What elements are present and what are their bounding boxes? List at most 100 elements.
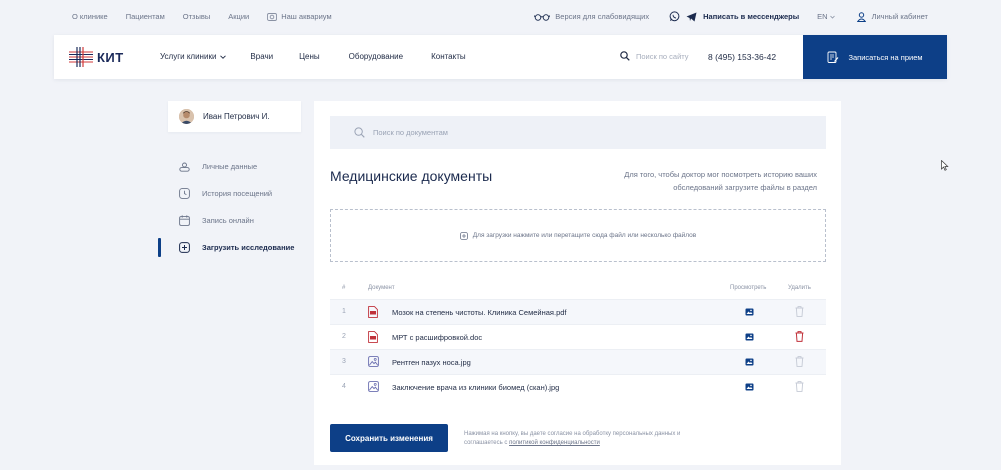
sidebar-item-visit-history[interactable]: История посещений	[158, 180, 308, 207]
image-file-icon	[368, 381, 379, 392]
mouse-cursor-icon	[941, 160, 949, 171]
main-nav: Услуги клиники Врачи Цены Оборудование К…	[160, 52, 466, 61]
top-link-promotions[interactable]: Акции	[228, 12, 249, 21]
sidebar-item-label: Личные данные	[202, 162, 258, 171]
table-row: 3 Рентген пазух носа.jpg	[330, 349, 826, 374]
col-num: #	[342, 285, 346, 291]
documents-table: # Документ Просмотреть Удалить 1 Мозок н…	[330, 279, 826, 399]
nav-prices[interactable]: Цены	[299, 52, 320, 61]
documents-search-input[interactable]: Поиск по документам	[373, 128, 448, 137]
row-num: 3	[342, 358, 346, 365]
nav-services-label: Услуги клиники	[160, 52, 217, 61]
plus-square-icon	[179, 242, 190, 253]
sidebar-item-upload-research[interactable]: Загрузить исследование	[158, 234, 308, 261]
cabinet-link[interactable]: Личный кабинет	[856, 11, 928, 22]
sidebar-menu: Личные данные История посещений Запись о…	[158, 153, 308, 261]
user-card[interactable]: Иван Петрович И.	[168, 101, 301, 132]
clock-icon	[179, 188, 190, 199]
site-search-input[interactable]: Поиск по сайту	[636, 52, 689, 61]
sidebar-item-label: История посещений	[202, 189, 273, 198]
image-file-icon	[368, 356, 379, 367]
phone-number[interactable]: 8 (495) 153-36-42	[708, 52, 776, 62]
page-hint: Для того, чтобы доктор мог посмотреть ис…	[624, 170, 817, 192]
table-header: # Документ Просмотреть Удалить	[330, 279, 826, 299]
view-image-icon[interactable]	[745, 308, 754, 316]
document-pen-icon	[827, 51, 839, 64]
main-header: КИТ Услуги клиники Врачи Цены Оборудован…	[54, 35, 947, 79]
book-label: Записаться на прием	[848, 52, 923, 62]
plus-square-icon	[459, 231, 468, 240]
logo[interactable]: КИТ	[68, 46, 124, 68]
cabinet-label: Личный кабинет	[871, 12, 928, 21]
whatsapp-icon[interactable]	[669, 11, 680, 22]
messenger-link[interactable]: Написать в мессенджеры	[669, 11, 799, 22]
chevron-down-icon	[829, 15, 835, 19]
search-icon	[354, 127, 365, 138]
page-title: Медицинские документы	[330, 168, 493, 184]
pdf-file-icon	[368, 331, 378, 343]
nav-doctors[interactable]: Врачи	[250, 52, 273, 61]
top-link-reviews[interactable]: Отзывы	[183, 12, 210, 21]
nav-equipment[interactable]: Оборудование	[349, 52, 403, 61]
sidebar-item-personal-data[interactable]: Личные данные	[158, 153, 308, 180]
view-image-icon[interactable]	[745, 383, 754, 391]
top-right: Версия для слабовидящих Написать в мессе…	[534, 11, 928, 22]
top-link-patients[interactable]: Пациентам	[126, 12, 165, 21]
documents-panel: Поиск по документам Медицинские документ…	[314, 101, 841, 465]
trash-icon[interactable]	[795, 381, 804, 392]
user-name: Иван Петрович И.	[203, 112, 270, 121]
book-appointment-button[interactable]: Записаться на прием	[803, 35, 947, 79]
language-selector[interactable]: EN	[817, 12, 835, 21]
row-num: 2	[342, 333, 346, 340]
trash-icon[interactable]	[795, 331, 804, 342]
documents-search[interactable]: Поиск по документам	[330, 116, 826, 149]
telegram-icon[interactable]	[686, 12, 697, 22]
logo-mark-icon	[68, 46, 94, 68]
vision-version-link[interactable]: Версия для слабовидящих	[534, 12, 649, 21]
file-name[interactable]: Мозок на степень чистоты. Клиника Семейн…	[392, 308, 567, 317]
privacy-policy-link[interactable]: политикой конфиденциальности	[509, 440, 600, 446]
sidebar-item-online-booking[interactable]: Запись онлайн	[158, 207, 308, 234]
file-name[interactable]: Рентген пазух носа.jpg	[392, 358, 471, 367]
calendar-icon	[179, 215, 190, 226]
consent-text: Нажимая на кнопку, вы даете согласие на …	[464, 430, 694, 448]
top-nav: О клинике Пациентам Отзывы Акции Наш акв…	[72, 12, 332, 21]
chevron-down-icon	[220, 54, 227, 59]
aquarium-label: Наш аквариум	[281, 12, 332, 21]
save-button[interactable]: Сохранить изменения	[330, 424, 448, 452]
sidebar-item-label: Запись онлайн	[202, 216, 254, 225]
avatar	[179, 109, 194, 124]
user-icon	[856, 11, 866, 22]
logo-text: КИТ	[97, 49, 124, 65]
search-icon[interactable]	[620, 51, 630, 61]
sidebar-item-label: Загрузить исследование	[202, 243, 295, 252]
trash-icon[interactable]	[795, 306, 804, 317]
top-link-aquarium[interactable]: Наш аквариум	[267, 12, 332, 21]
table-row: 2 МРТ с расшифровкой.doc	[330, 324, 826, 349]
col-document: Документ	[368, 285, 395, 291]
view-image-icon[interactable]	[745, 333, 754, 341]
vision-label: Версия для слабовидящих	[555, 12, 650, 21]
person-card-icon	[179, 162, 190, 172]
pdf-file-icon	[368, 306, 378, 318]
nav-contacts[interactable]: Контакты	[431, 52, 466, 61]
row-num: 1	[342, 308, 346, 315]
camera-icon	[267, 12, 278, 21]
nav-services[interactable]: Услуги клиники	[160, 52, 227, 61]
file-dropzone[interactable]: Для загрузки нажмите или перетащите сюда…	[330, 209, 826, 262]
col-view: Просмотреть	[730, 285, 767, 291]
row-num: 4	[342, 383, 346, 390]
site-search[interactable]: Поиск по сайту	[620, 51, 689, 61]
lang-label: EN	[817, 12, 828, 21]
col-delete: Удалить	[788, 285, 811, 291]
table-row: 1 Мозок на степень чистоты. Клиника Семе…	[330, 299, 826, 324]
dropzone-label: Для загрузки нажмите или перетащите сюда…	[472, 232, 697, 239]
table-row: 4 Заключение врача из клиники биомед (ск…	[330, 374, 826, 399]
view-image-icon[interactable]	[745, 358, 754, 366]
file-name[interactable]: Заключение врача из клиники биомед (скан…	[392, 383, 559, 392]
top-link-about[interactable]: О клинике	[72, 12, 108, 21]
messenger-label: Написать в мессенджеры	[703, 12, 800, 21]
file-name[interactable]: МРТ с расшифровкой.doc	[392, 333, 482, 342]
top-utility-bar: О клинике Пациентам Отзывы Акции Наш акв…	[0, 0, 1001, 34]
trash-icon[interactable]	[795, 356, 804, 367]
